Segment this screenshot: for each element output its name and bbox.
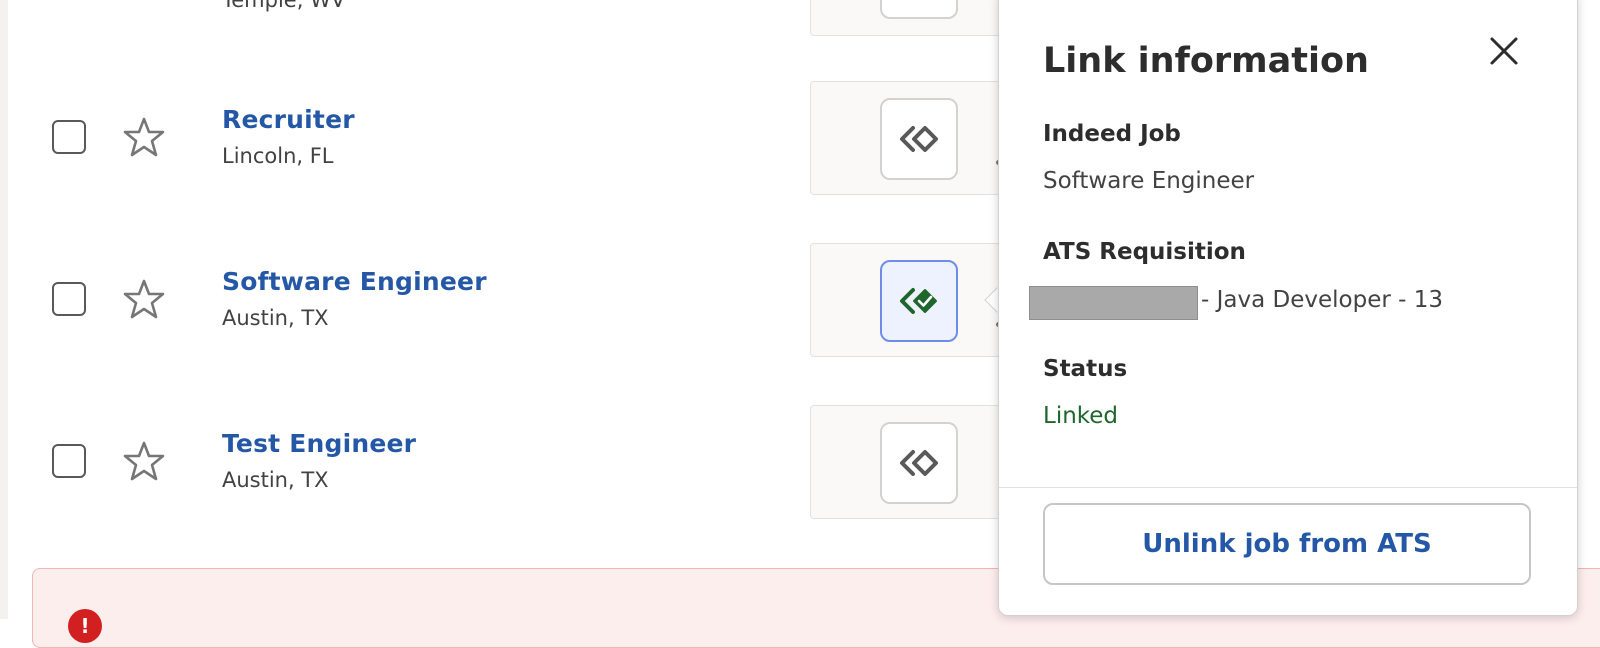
job-row: Software Engineer Austin, TX: [0, 243, 1010, 357]
link-diamond-icon: [900, 126, 938, 152]
job-location: Lincoln, FL: [222, 144, 334, 168]
popover-title: Link information: [1043, 41, 1369, 81]
status-label: Status: [1043, 356, 1128, 382]
indeed-job-label: Indeed Job: [1043, 121, 1181, 147]
star-outline-icon[interactable]: [122, 277, 166, 321]
ats-link-cell: [810, 405, 1010, 519]
job-title-link[interactable]: Test Engineer: [222, 429, 416, 458]
close-icon[interactable]: [1484, 31, 1524, 71]
ats-link-button[interactable]: [880, 422, 958, 504]
link-information-popover: Link information Indeed Job Software Eng…: [998, 0, 1578, 616]
popover-divider: [999, 487, 1577, 488]
indeed-job-value: Software Engineer: [1043, 168, 1255, 194]
job-row: Test Engineer Austin, TX: [0, 405, 1010, 519]
job-select-checkbox[interactable]: [52, 120, 86, 154]
job-location: Austin, TX: [222, 306, 329, 330]
alert-circle-icon: !: [68, 609, 102, 643]
status-value: Linked: [1043, 403, 1119, 429]
job-select-checkbox[interactable]: [52, 282, 86, 316]
linked-check-icon: [900, 288, 937, 314]
job-select-checkbox[interactable]: [52, 444, 86, 478]
ats-requisition-label: ATS Requisition: [1043, 239, 1246, 265]
star-outline-icon[interactable]: [122, 439, 166, 483]
ats-link-cell: [810, 243, 1010, 357]
ats-link-cell: [810, 81, 1010, 195]
job-location: Austin, TX: [222, 468, 329, 492]
link-diamond-icon: [900, 450, 938, 476]
job-row: Recruiter Lincoln, FL: [0, 81, 1010, 195]
ats-linked-button[interactable]: [880, 260, 958, 342]
star-outline-icon[interactable]: [122, 115, 166, 159]
job-row: Temple, WV: [0, 0, 1010, 36]
job-title-link[interactable]: Software Engineer: [222, 267, 487, 296]
redacted-requisition-id: [1029, 286, 1198, 320]
ats-link-button[interactable]: [880, 98, 958, 180]
ats-link-cell: [810, 0, 1010, 36]
job-location: Temple, WV: [222, 0, 346, 12]
ats-requisition-value: - Java Developer - 13: [1201, 287, 1443, 313]
job-title-link[interactable]: Recruiter: [222, 105, 355, 134]
unlink-job-button[interactable]: Unlink job from ATS: [1043, 503, 1531, 585]
ats-link-button[interactable]: [880, 0, 958, 19]
